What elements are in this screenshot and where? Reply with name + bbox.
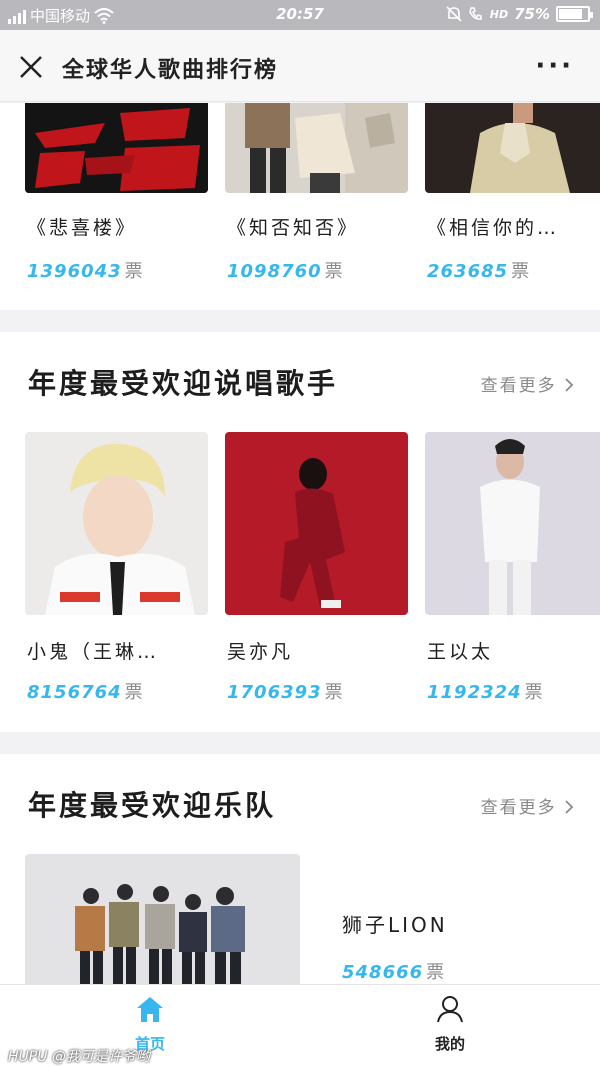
see-more-link[interactable]: 查看更多 <box>481 371 574 396</box>
songs-section: 《悲喜楼》 1396043 票 《知否知否》 1098760 票 《相信你的… … <box>0 103 600 310</box>
band-votes: 548666 票 <box>342 962 445 983</box>
chevron-right-icon <box>565 800 574 814</box>
song-card[interactable]: 《知否知否》 1098760 票 <box>225 103 408 282</box>
rapper-card[interactable]: 王以太 1192324 票 <box>425 432 600 703</box>
rapper-name: 小鬼（王琳… <box>27 641 160 663</box>
song-title: 《悲喜楼》 <box>27 217 138 239</box>
rapper-portrait <box>225 432 408 615</box>
band-portrait <box>25 854 300 984</box>
see-more-link[interactable]: 查看更多 <box>481 793 574 818</box>
band-card[interactable]: 狮子LION 548666 票 <box>25 854 585 984</box>
song-title: 《知否知否》 <box>227 217 360 239</box>
watermark-text: HUPU @我可是许爷哟 <box>8 1049 150 1065</box>
section-title: 年度最受欢迎说唱歌手 <box>28 367 339 400</box>
rapper-photo <box>425 432 600 615</box>
rapper-card[interactable]: 小鬼（王琳… 8156764 票 <box>25 432 208 703</box>
rapper-section: 年度最受欢迎说唱歌手 查看更多 小鬼（王琳… 8156764 票 吴亦凡 170… <box>0 332 600 732</box>
call-icon <box>468 7 482 20</box>
user-icon <box>437 996 463 1023</box>
cover-artwork <box>225 103 408 193</box>
band-photo <box>25 854 300 984</box>
mute-bell-icon <box>446 6 462 22</box>
rapper-votes: 1706393 票 <box>227 682 343 703</box>
status-right: HD 75% <box>446 5 593 23</box>
band-name: 狮子LION <box>342 913 448 937</box>
rapper-portrait <box>25 432 208 615</box>
song-cover-image <box>425 103 600 193</box>
battery-icon <box>556 6 593 22</box>
song-votes: 1396043 票 <box>27 261 143 282</box>
song-votes: 263685 票 <box>427 261 530 282</box>
rapper-name: 吴亦凡 <box>227 641 294 663</box>
rapper-portrait <box>425 432 600 615</box>
rapper-votes: 8156764 票 <box>27 682 143 703</box>
top-navbar: 全球华人歌曲排行榜 ··· <box>0 30 600 102</box>
cover-artwork <box>25 103 208 193</box>
hd-label: HD <box>489 7 509 21</box>
tab-mine[interactable]: 我的 <box>390 995 510 1054</box>
song-cover-image <box>25 103 208 193</box>
song-votes: 1098760 票 <box>227 261 343 282</box>
home-icon <box>137 997 163 1022</box>
song-title: 《相信你的… <box>427 217 560 239</box>
tab-mine-label: 我的 <box>434 1035 465 1053</box>
rapper-votes: 1192324 票 <box>427 682 543 703</box>
rapper-card[interactable]: 吴亦凡 1706393 票 <box>225 432 408 703</box>
cover-artwork <box>425 103 600 193</box>
song-cover-image <box>225 103 408 193</box>
rapper-photo <box>225 432 408 615</box>
close-icon[interactable] <box>18 54 44 80</box>
page-title: 全球华人歌曲排行榜 <box>62 58 279 83</box>
song-card[interactable]: 《悲喜楼》 1396043 票 <box>25 103 208 282</box>
chevron-right-icon <box>565 378 574 392</box>
section-title: 年度最受欢迎乐队 <box>28 789 277 822</box>
song-card[interactable]: 《相信你的… 263685 票 <box>425 103 600 282</box>
more-options-icon[interactable]: ··· <box>535 53 574 79</box>
rapper-photo <box>25 432 208 615</box>
status-bar: 中国移动 20:57 HD 75% <box>0 0 600 30</box>
battery-label: 75% <box>514 5 550 23</box>
rapper-name: 王以太 <box>427 641 494 663</box>
band-section: 年度最受欢迎乐队 查看更多 狮子LION 548666 票 <box>0 754 600 984</box>
